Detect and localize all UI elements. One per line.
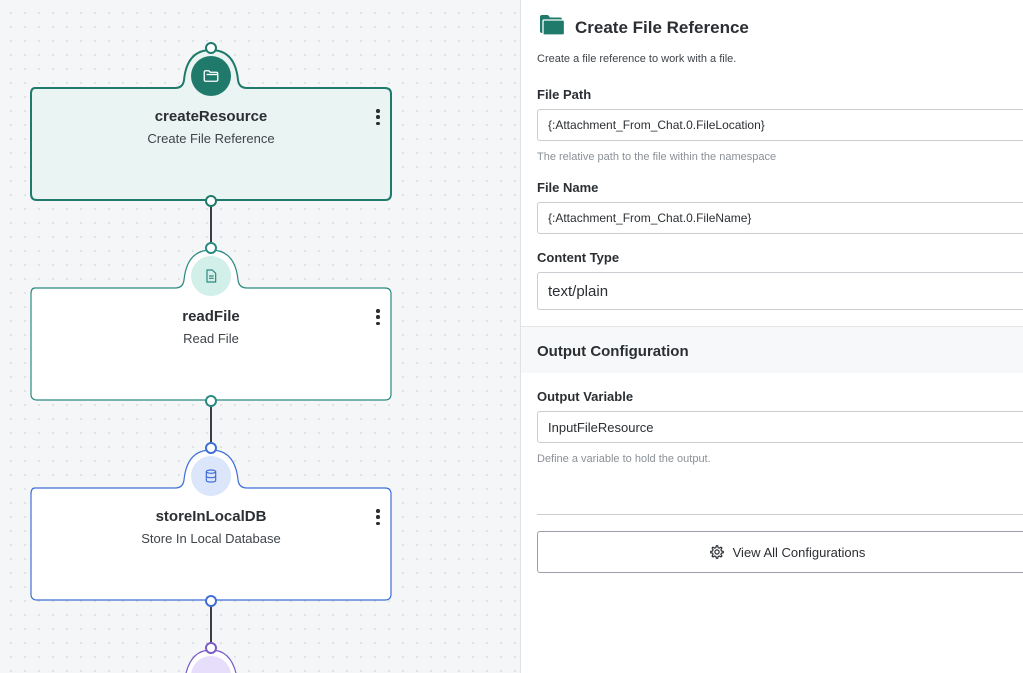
- content-type-input[interactable]: [537, 272, 1023, 310]
- view-all-configurations-label: View All Configurations: [732, 544, 866, 560]
- node-title: storeInLocalDB: [155, 508, 267, 525]
- file-name-label: File Name: [537, 180, 599, 195]
- node-menu-icon[interactable]: [372, 507, 384, 527]
- input-port[interactable]: [205, 42, 217, 54]
- view-all-configurations-button[interactable]: View All Configurations: [537, 531, 1023, 573]
- connector-3: [210, 601, 212, 648]
- output-configuration-section: Output Configuration: [521, 326, 1023, 373]
- content-type-label: Content Type: [537, 250, 620, 265]
- node-title: createResource: [154, 108, 268, 125]
- input-port[interactable]: [205, 242, 217, 254]
- output-variable-label: Output Variable: [537, 389, 634, 404]
- workflow-canvas[interactable]: createResource Create File Reference rea…: [0, 0, 520, 673]
- node-subtitle: Store In Local Database: [141, 531, 281, 546]
- database-icon: [191, 456, 231, 496]
- connector-2: [210, 401, 212, 448]
- node-subtitle: Create File Reference: [147, 131, 275, 146]
- file-name-input[interactable]: [537, 202, 1023, 234]
- divider: [537, 514, 1023, 515]
- input-port[interactable]: [205, 442, 217, 454]
- file-path-help: The relative path to the file within the…: [537, 151, 777, 163]
- document-icon: [191, 256, 231, 296]
- config-panel: Create File Reference Create a file refe…: [521, 0, 1023, 673]
- node-title: readFile: [182, 308, 240, 325]
- panel-header: Create File Reference: [539, 14, 749, 41]
- file-path-input[interactable]: [537, 109, 1023, 141]
- output-port[interactable]: [205, 195, 217, 207]
- connector-1: [210, 201, 212, 248]
- file-path-label: File Path: [537, 87, 592, 102]
- folder-icon: [191, 56, 231, 96]
- panel-title: Create File Reference: [575, 17, 749, 37]
- output-variable-input[interactable]: [537, 411, 1023, 443]
- folder-icon: [539, 14, 566, 41]
- node-subtitle: Read File: [183, 331, 239, 346]
- section-title: Output Configuration: [537, 343, 689, 360]
- input-port[interactable]: [205, 642, 217, 654]
- panel-description: Create a file reference to work with a f…: [537, 53, 737, 65]
- gear-icon: [709, 545, 724, 559]
- output-variable-help: Define a variable to hold the output.: [537, 453, 711, 465]
- node-menu-icon[interactable]: [372, 107, 384, 127]
- output-port[interactable]: [205, 395, 217, 407]
- output-port[interactable]: [205, 595, 217, 607]
- node-menu-icon[interactable]: [372, 307, 384, 327]
